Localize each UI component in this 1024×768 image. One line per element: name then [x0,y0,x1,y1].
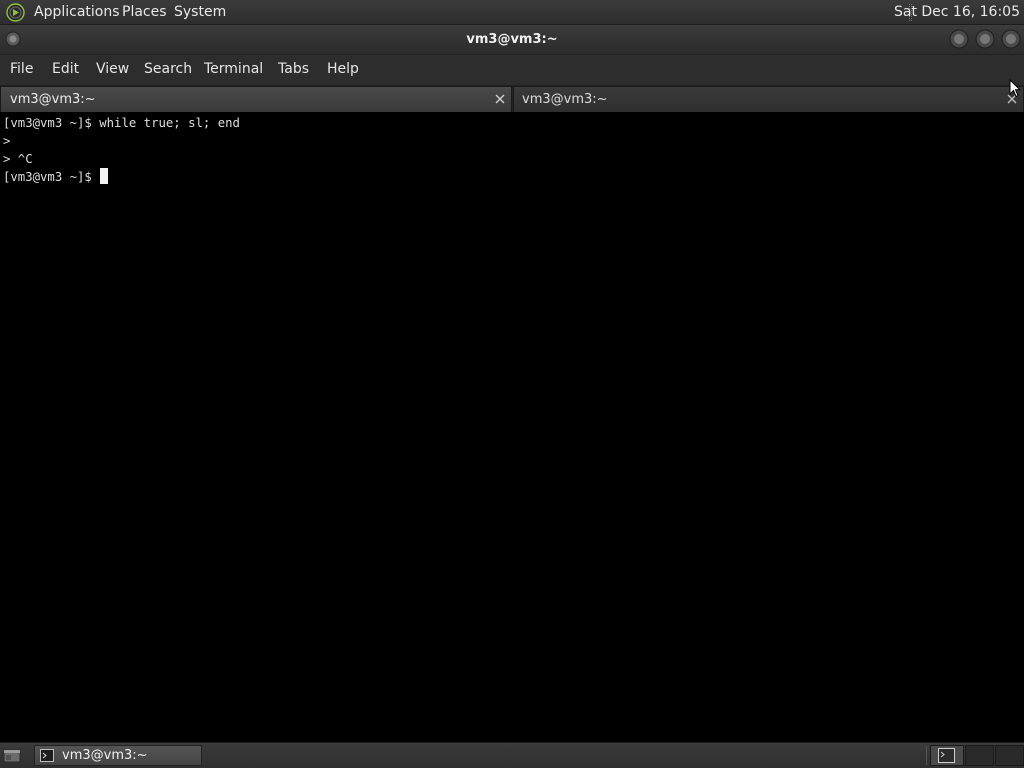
tab-label: vm3@vm3:~ [10,92,96,107]
taskbar-item-label: vm3@vm3:~ [62,748,148,763]
window-title: vm3@vm3:~ [466,32,558,47]
close-window-icon[interactable] [1001,29,1021,49]
desktop: Applications Places System Sat Dec 16, 1… [0,0,1024,768]
menu-view[interactable]: View [96,61,129,78]
places-menu[interactable]: Places [122,4,167,21]
tab-strip: vm3@vm3:~ vm3@vm3:~ [0,85,1024,112]
workspace-1[interactable] [930,745,964,766]
terminal-icon [40,749,54,762]
distro-menu-icon[interactable] [6,3,25,22]
mouse-pointer-icon [1009,79,1021,98]
workspace-3[interactable] [995,745,1024,766]
terminal-line: [vm3@vm3 ~]$ while true; sl; end [3,116,240,130]
applications-menu[interactable]: Applications [34,4,120,21]
workspace-2[interactable] [965,745,994,766]
title-bar[interactable]: vm3@vm3:~ [0,25,1024,55]
tab-2[interactable]: vm3@vm3:~ [513,86,1024,112]
tab-1[interactable]: vm3@vm3:~ [0,86,512,112]
close-tab-icon[interactable] [495,94,505,104]
panel-separator [926,746,927,765]
text-cursor [100,168,109,184]
terminal-output[interactable]: [vm3@vm3 ~]$ while true; sl; end > > ^C … [0,112,1024,742]
menu-bar: File Edit View Search Terminal Tabs Help [0,55,1024,85]
menu-search[interactable]: Search [144,61,192,78]
terminal-prompt-line: [vm3@vm3 ~]$ [3,168,1024,186]
minimize-icon[interactable] [949,29,969,49]
maximize-icon[interactable] [975,29,995,49]
terminal-line: > [3,134,11,148]
top-panel: Applications Places System Sat Dec 16, 1… [0,0,1024,25]
show-desktop-icon[interactable] [3,747,21,764]
bottom-panel: vm3@vm3:~ [0,742,1024,768]
menu-tabs[interactable]: Tabs [278,61,309,78]
terminal-line: > ^C [3,152,33,166]
tab-label: vm3@vm3:~ [522,92,608,107]
menu-file[interactable]: File [10,61,33,78]
menu-help[interactable]: Help [327,61,359,78]
menu-terminal[interactable]: Terminal [204,61,263,78]
terminal-prompt: [vm3@vm3 ~]$ [3,170,100,184]
system-menu[interactable]: System [174,4,226,21]
menu-edit[interactable]: Edit [52,61,79,78]
workspace-window-icon [938,748,955,763]
clock[interactable]: Sat Dec 16, 16:05 [894,4,1020,21]
taskbar-item[interactable]: vm3@vm3:~ [34,745,202,766]
